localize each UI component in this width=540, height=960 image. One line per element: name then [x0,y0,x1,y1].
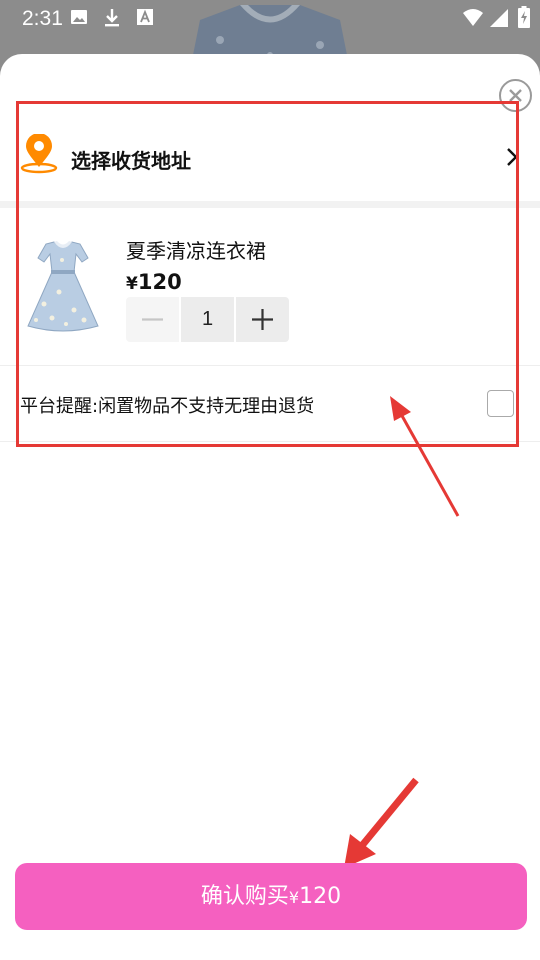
confirm-purchase-button[interactable]: 确认购买¥120 [15,863,527,930]
confirm-currency-symbol: ¥ [288,888,300,907]
signal-icon [489,8,509,32]
image-icon [70,8,88,30]
annotation-highlight-box [16,101,519,447]
battery-charging-icon [518,6,530,32]
wifi-icon [462,9,484,31]
font-icon [137,8,153,30]
status-bar: 2:31 [0,0,540,36]
confirm-label: 确认购买 [200,884,289,909]
status-time: 2:31 [22,7,63,30]
confirm-amount: 120 [299,884,342,909]
download-icon [104,8,120,32]
